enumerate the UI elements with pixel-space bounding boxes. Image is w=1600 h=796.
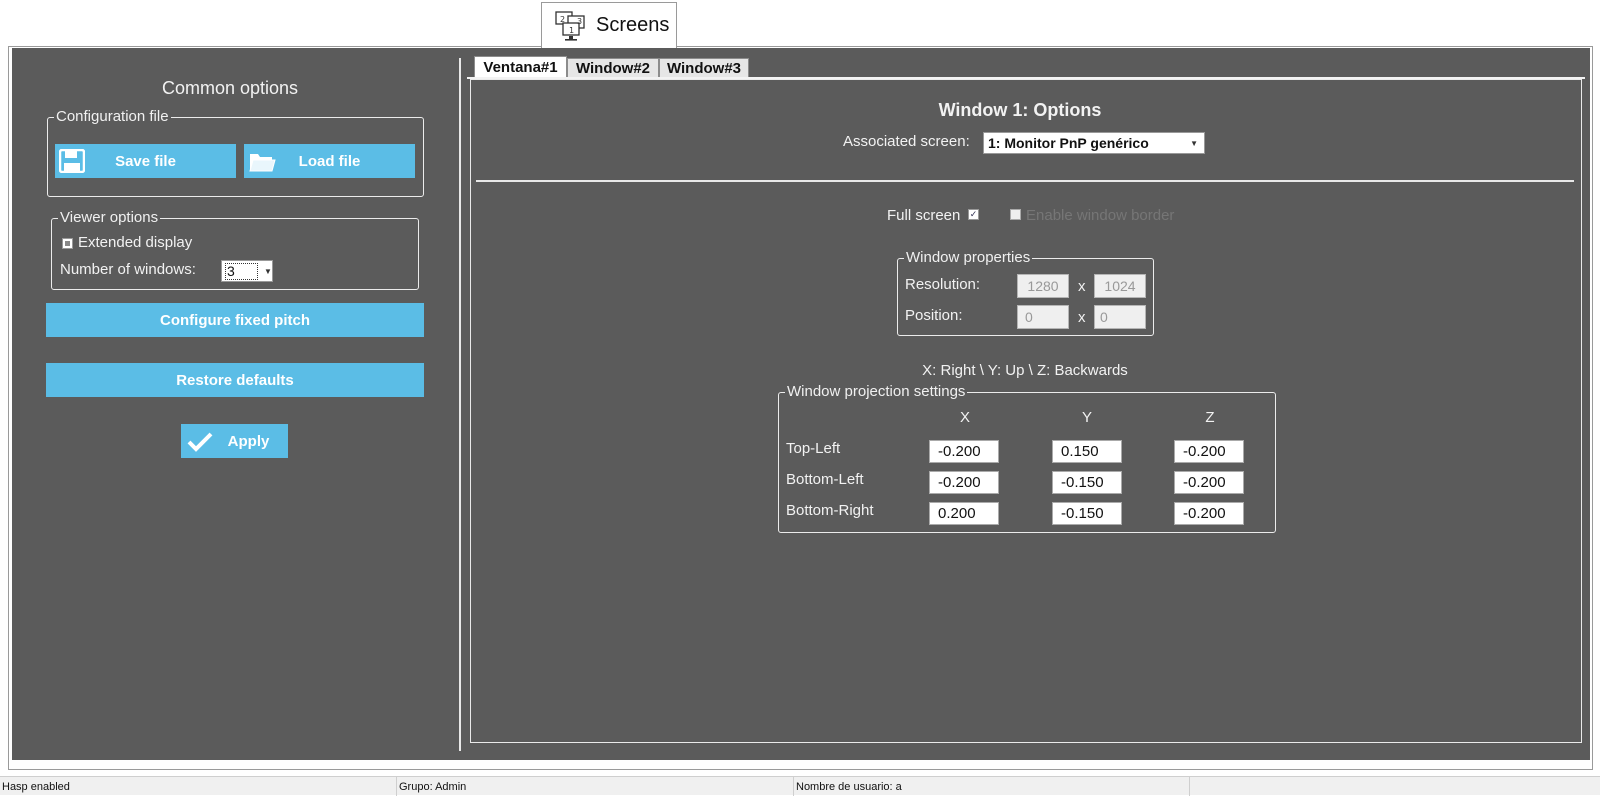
save-file-label: Save file — [115, 152, 176, 170]
associated-screen-value: 1: Monitor PnP genérico — [988, 135, 1149, 151]
bottom-left-x-field[interactable]: -0.200 — [929, 471, 999, 494]
viewer-options-legend: Viewer options — [58, 209, 161, 227]
resolution-label: Resolution: — [905, 276, 981, 293]
enable-border-checkbox[interactable] — [1010, 209, 1021, 220]
common-options-title: Common options — [161, 78, 299, 98]
resolution-width-field[interactable]: 1280 — [1017, 274, 1069, 298]
svg-text:2: 2 — [560, 15, 565, 24]
tab-window-2[interactable]: Window#2 — [567, 58, 659, 78]
associated-screen-label: Associated screen: — [843, 133, 970, 150]
row-label-bottom-right: Bottom-Right — [786, 502, 874, 519]
restore-defaults-button[interactable]: Restore defaults — [46, 363, 424, 397]
axes-hint: X: Right \ Y: Up \ Z: Backwards — [922, 362, 1128, 379]
status-user: Nombre de usuario: a — [794, 777, 1190, 796]
header-z: Z — [1205, 409, 1215, 426]
extended-display-checkbox[interactable] — [62, 238, 73, 249]
svg-text:1: 1 — [569, 26, 574, 35]
tab-ventana-1[interactable]: Ventana#1 — [474, 56, 567, 78]
screens-icon: 2 3 1 — [555, 10, 585, 41]
floppy-disk-icon — [59, 149, 85, 173]
full-screen-label: Full screen — [887, 207, 961, 224]
resolution-x-sep: x — [1078, 278, 1086, 295]
header-y: Y — [1081, 409, 1092, 426]
tab-ventana-1-label: Ventana#1 — [483, 59, 558, 76]
apply-label: Apply — [227, 432, 270, 450]
status-group: Grupo: Admin — [397, 777, 794, 796]
tab-window-3[interactable]: Window#3 — [659, 58, 749, 78]
resolution-height-field[interactable]: 1024 — [1094, 274, 1146, 298]
bottom-right-x-field[interactable]: 0.200 — [929, 502, 999, 525]
position-x-sep: x — [1078, 309, 1086, 326]
associated-screen-select[interactable]: 1: Monitor PnP genérico ▼ — [983, 132, 1205, 154]
bottom-right-y-field[interactable]: -0.150 — [1052, 502, 1122, 525]
svg-text:3: 3 — [577, 17, 582, 26]
header-x: X — [959, 409, 970, 426]
window-properties-legend: Window properties — [904, 249, 1033, 267]
restore-defaults-label: Restore defaults — [176, 371, 294, 389]
apply-button[interactable]: Apply — [181, 424, 288, 458]
window-options-title: Window 1: Options — [938, 100, 1102, 120]
chevron-down-icon: ▼ — [264, 266, 272, 276]
top-left-y-field[interactable]: 0.150 — [1052, 440, 1122, 463]
folder-icon — [249, 154, 276, 172]
status-bar: Hasp enabled Grupo: Admin Nombre de usua… — [0, 776, 1600, 796]
checkmark-icon — [187, 432, 213, 452]
position-y-field[interactable]: 0 — [1094, 305, 1146, 329]
bottom-right-z-field[interactable]: -0.200 — [1174, 502, 1244, 525]
num-windows-select[interactable]: 3 ▼ — [221, 260, 273, 282]
configure-fixed-pitch-button[interactable]: Configure fixed pitch — [46, 303, 424, 337]
projection-settings-legend: Window projection settings — [785, 383, 968, 401]
load-file-button[interactable]: Load file — [244, 144, 415, 178]
row-label-bottom-left: Bottom-Left — [786, 471, 864, 488]
top-left-x-field[interactable]: -0.200 — [929, 440, 999, 463]
panel-divider — [459, 58, 461, 751]
bottom-left-z-field[interactable]: -0.200 — [1174, 471, 1244, 494]
config-file-legend: Configuration file — [54, 108, 171, 126]
position-x-field[interactable]: 0 — [1017, 305, 1069, 329]
chevron-down-icon: ▼ — [1190, 138, 1198, 148]
full-screen-checkbox[interactable]: ✓ — [968, 209, 979, 220]
load-file-label: Load file — [298, 152, 361, 170]
tab-screens[interactable]: 2 3 1 Screens — [541, 2, 677, 48]
bottom-left-y-field[interactable]: -0.150 — [1052, 471, 1122, 494]
tab-window-2-label: Window#2 — [575, 60, 651, 77]
tab-window-3-label: Window#3 — [666, 60, 742, 77]
extended-display-label: Extended display — [78, 234, 193, 251]
row-label-top-left: Top-Left — [786, 440, 841, 457]
num-windows-label: Number of windows: — [60, 261, 196, 278]
tab-screens-label: Screens — [596, 14, 670, 36]
save-file-button[interactable]: Save file — [55, 144, 236, 178]
position-label: Position: — [905, 307, 963, 324]
section-divider — [476, 180, 1574, 182]
enable-border-label: Enable window border — [1026, 207, 1175, 224]
status-hasp: Hasp enabled — [0, 777, 397, 796]
num-windows-value: 3 — [225, 262, 258, 280]
configure-fixed-pitch-label: Configure fixed pitch — [160, 311, 310, 329]
top-left-z-field[interactable]: -0.200 — [1174, 440, 1244, 463]
